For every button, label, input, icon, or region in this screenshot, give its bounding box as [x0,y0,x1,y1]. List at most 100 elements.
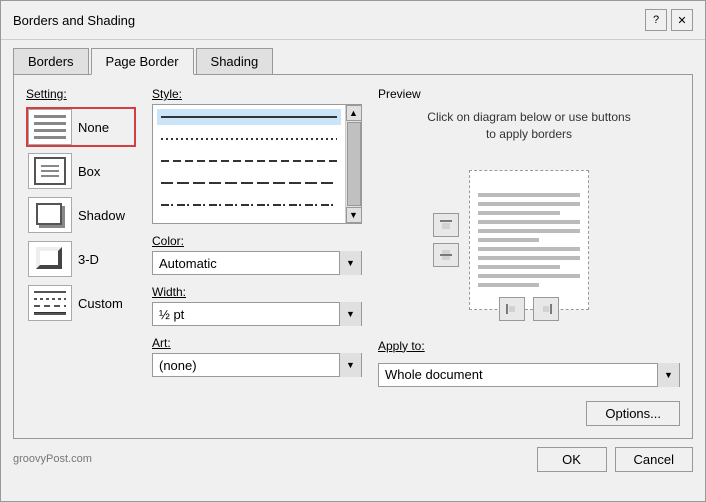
preview-left-buttons [433,213,459,267]
style-dashed[interactable] [157,153,341,169]
none-line-4 [34,136,66,139]
long-dashed-line [161,182,337,184]
preview-doc-lines [470,185,588,295]
style-list[interactable] [153,105,345,223]
dash-dot-line [161,204,337,206]
setting-custom[interactable]: Custom [26,283,136,323]
custom-line-3 [34,305,66,307]
custom-label: Custom [78,296,123,311]
none-lines [34,113,66,141]
doc-line-4 [478,220,580,224]
scroll-down-arrow[interactable]: ▼ [346,207,362,223]
color-select[interactable]: Automatic ▼ [152,251,362,275]
3d-inner [36,247,62,269]
apply-to-label: Apply to: [378,339,425,353]
style-long-dashed[interactable] [157,175,341,191]
top-border-icon [438,218,454,232]
ok-button[interactable]: OK [537,447,607,472]
preview-hint: Click on diagram below or use buttonsto … [378,109,680,143]
scroll-up-arrow[interactable]: ▲ [346,105,362,121]
apply-to-row: Apply to: [378,339,680,353]
tabs-bar: Borders Page Border Shading [1,40,705,74]
scroll-thumb[interactable] [347,122,361,206]
doc-line-6 [478,238,539,242]
style-section: Style: [152,87,362,224]
setting-none[interactable]: None [26,107,136,147]
dotted-line [161,138,337,140]
panel-preview: Preview Click on diagram below or use bu… [378,87,680,426]
doc-line-3 [478,211,560,215]
style-label: Style: [152,87,362,101]
close-button[interactable]: ✕ [671,9,693,31]
setting-label: Setting: [26,87,136,101]
doc-line-1 [478,193,580,197]
doc-line-2 [478,202,580,206]
preview-bottom-buttons [499,297,559,321]
art-section: Art: (none) ▼ [152,336,362,377]
color-dropdown-arrow[interactable]: ▼ [339,251,361,275]
doc-line-11 [478,283,539,287]
options-row: Options... [378,401,680,426]
tab-page-border[interactable]: Page Border [91,48,194,75]
doc-line-9 [478,265,560,269]
tab-shading[interactable]: Shading [196,48,274,74]
none-line-2 [34,122,66,125]
none-icon [28,109,72,145]
box-outer [34,157,66,185]
style-solid[interactable] [157,109,341,125]
color-label: Color: [152,234,362,248]
apply-to-value: Whole document [379,367,657,382]
apply-to-dropdown-arrow[interactable]: ▼ [657,363,679,387]
preview-area [378,155,680,325]
options-button[interactable]: Options... [586,401,680,426]
setting-shadow[interactable]: Shadow [26,195,136,235]
doc-line-7 [478,247,580,251]
custom-outer [34,289,66,317]
setting-3d[interactable]: 3-D [26,239,136,279]
box-line-1 [41,165,59,167]
brand-label: groovyPost.com [13,453,529,465]
style-dotted[interactable] [157,131,341,147]
preview-doc-wrapper [469,170,589,310]
preview-right-border-btn[interactable] [533,297,559,321]
style-scrollbar[interactable]: ▲ ▼ [345,105,361,223]
box-icon [28,153,72,189]
width-dropdown-arrow[interactable]: ▼ [339,302,361,326]
color-section: Color: Automatic ▼ [152,234,362,275]
apply-to-select[interactable]: Whole document ▼ [378,363,680,387]
middle-border-icon [438,248,454,262]
none-line-1 [34,115,66,118]
3d-label: 3-D [78,252,99,267]
style-list-container: ▲ ▼ [152,104,362,224]
footer: groovyPost.com OK Cancel [1,439,705,480]
3d-icon [28,241,72,277]
width-label: Width: [152,285,362,299]
preview-left-border-btn[interactable] [499,297,525,321]
width-section: Width: ½ pt ▼ [152,285,362,326]
preview-top-border-btn[interactable] [433,213,459,237]
color-value: Automatic [153,256,339,271]
preview-canvas [429,155,629,325]
none-label: None [78,120,109,135]
cancel-button[interactable]: Cancel [615,447,693,472]
art-label: Art: [152,336,362,350]
dialog: Borders and Shading ? ✕ Borders Page Bor… [0,0,706,502]
preview-middle-border-btn[interactable] [433,243,459,267]
tab-borders[interactable]: Borders [13,48,89,74]
none-line-3 [34,129,66,132]
doc-line-10 [478,274,580,278]
width-select[interactable]: ½ pt ▼ [152,302,362,326]
setting-items: None Box [26,107,136,323]
panel-setting: Setting: None [26,87,136,426]
help-button[interactable]: ? [645,9,667,31]
shadow-label: Shadow [78,208,125,223]
tab-content: Setting: None [13,74,693,439]
box-inner [41,163,59,179]
art-dropdown-arrow[interactable]: ▼ [339,353,361,377]
style-dash-dot[interactable] [157,197,341,213]
width-value: ½ pt [153,307,339,322]
preview-doc[interactable] [469,170,589,310]
dashed-line [161,160,337,162]
setting-box[interactable]: Box [26,151,136,191]
art-select[interactable]: (none) ▼ [152,353,362,377]
